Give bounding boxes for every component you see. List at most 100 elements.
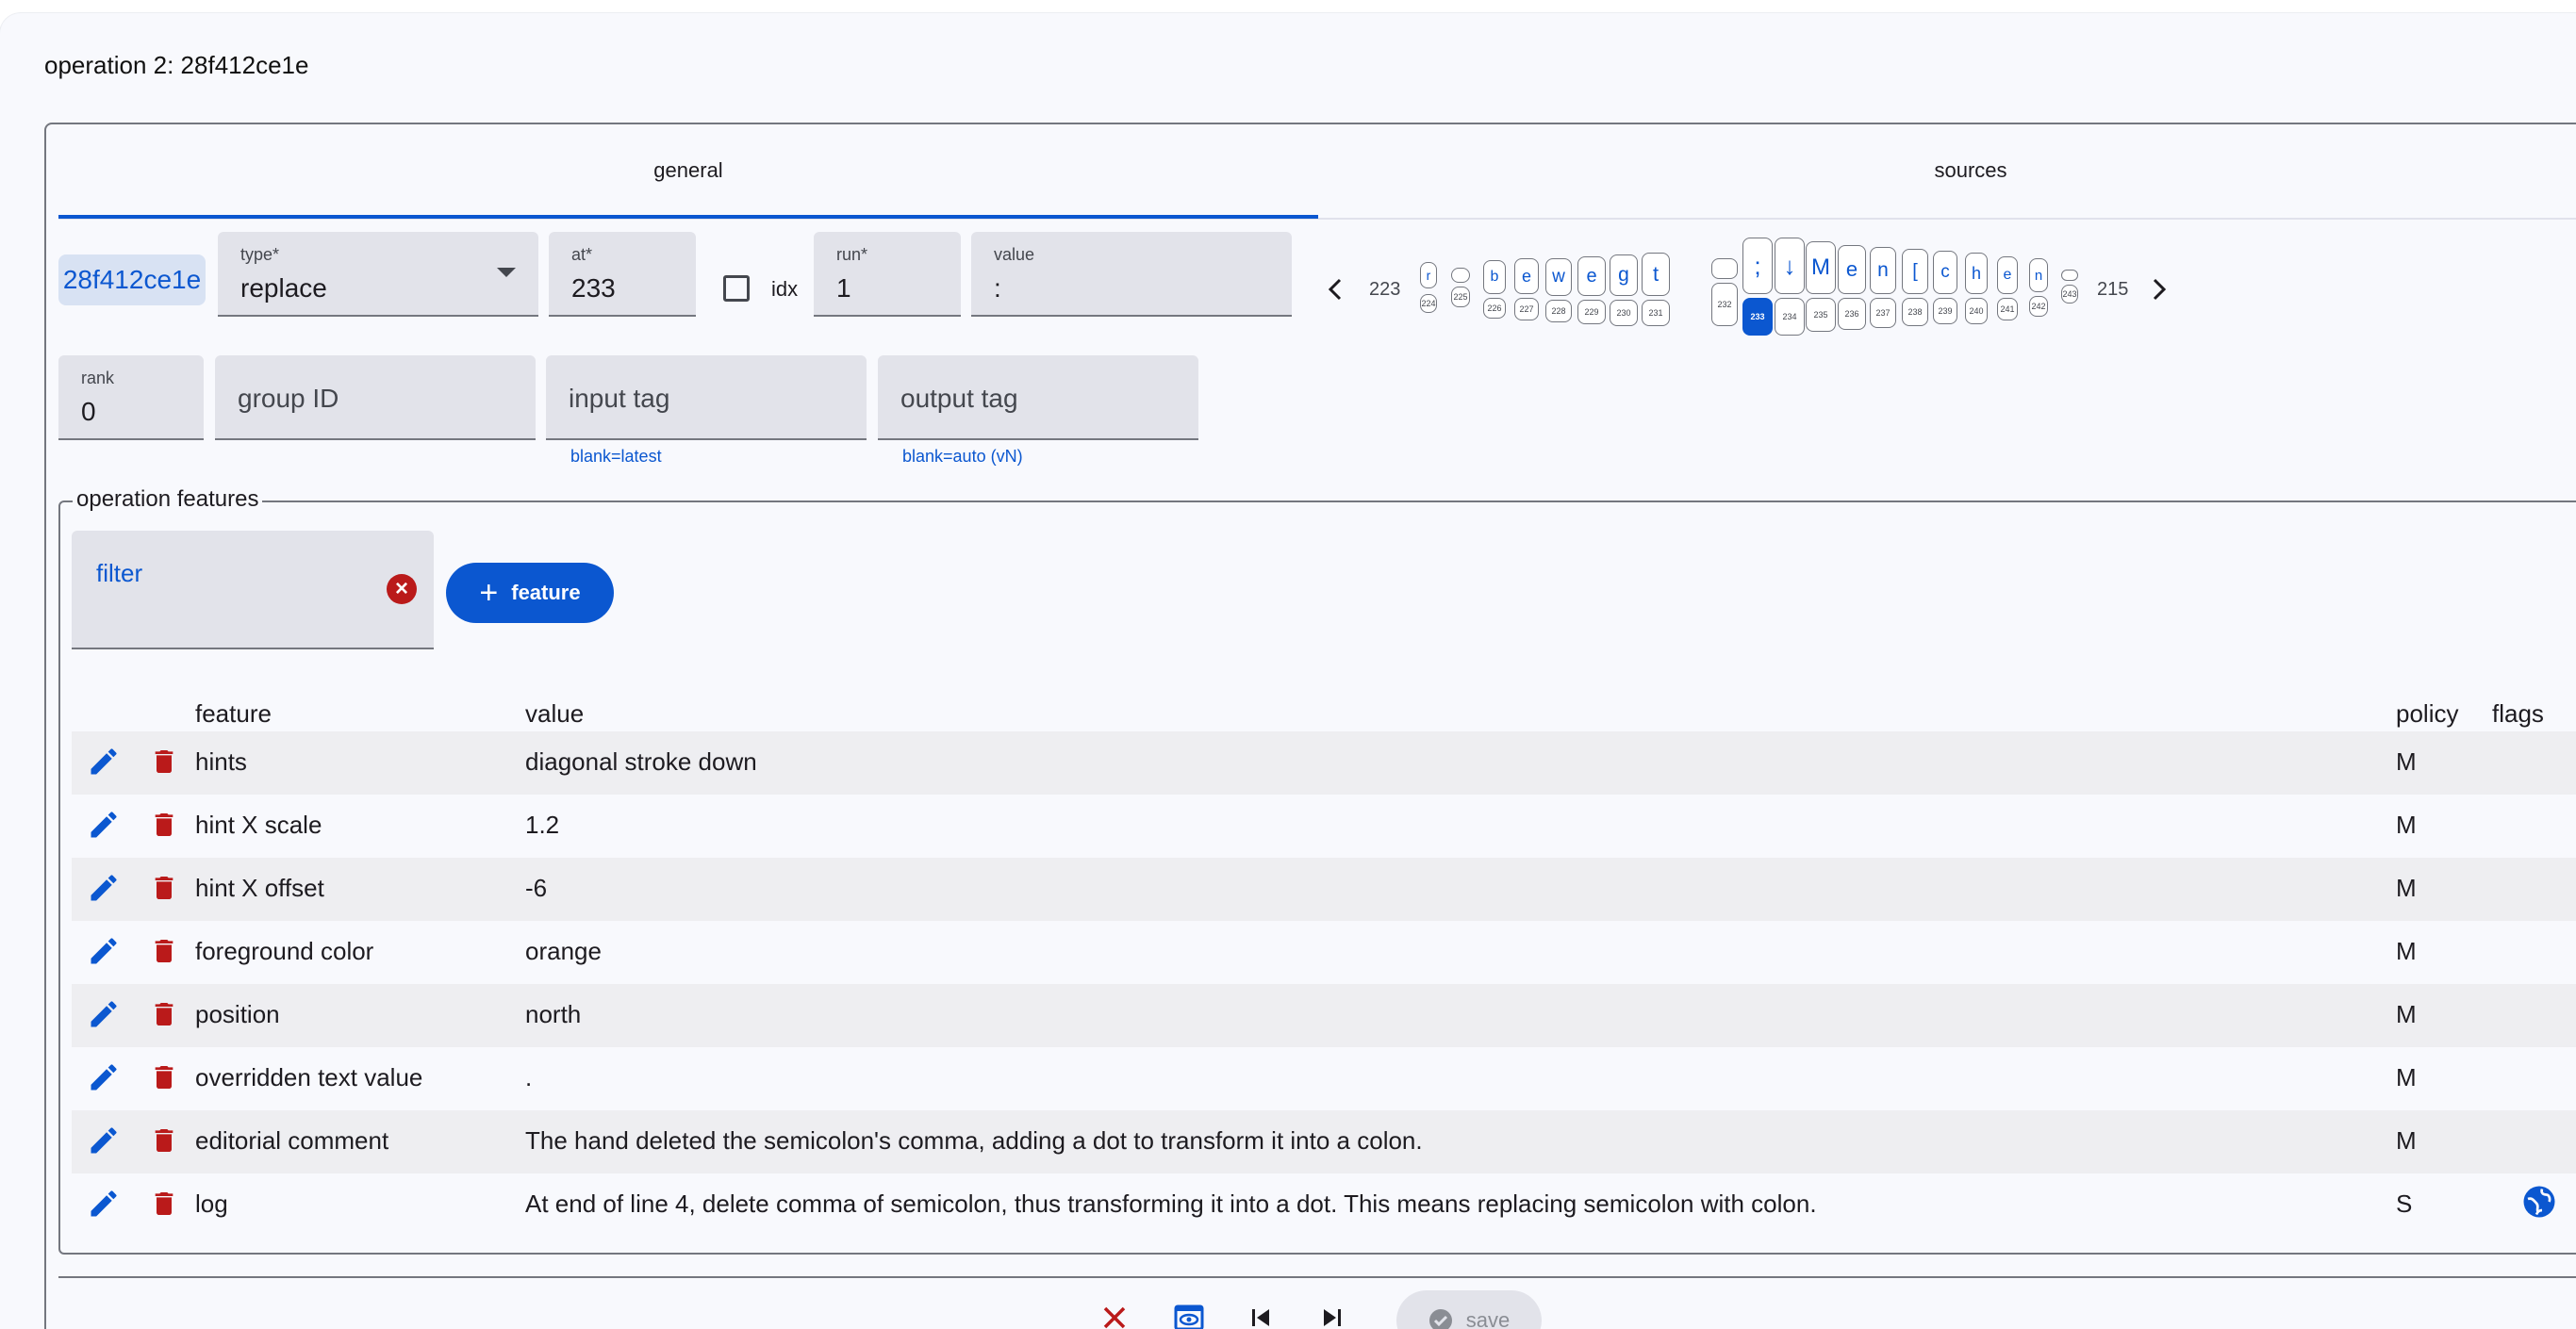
rank-value: 0 — [81, 397, 96, 426]
trash-icon[interactable] — [149, 1060, 179, 1094]
segment-index[interactable]: 236 — [1838, 298, 1866, 330]
chevron-right-icon[interactable] — [2151, 277, 2168, 302]
trash-icon[interactable] — [149, 808, 179, 842]
segment-index[interactable]: 241 — [1997, 298, 2018, 320]
segment-char[interactable]: ↓ — [1775, 238, 1805, 294]
segment-index[interactable]: 235 — [1806, 298, 1836, 332]
segment-char[interactable]: ; — [1742, 238, 1773, 294]
at-field[interactable]: at* 233 — [549, 232, 696, 317]
feature-policy: M — [2396, 937, 2417, 965]
column-header-policy[interactable]: policy — [2396, 699, 2458, 729]
segment-index[interactable]: 224 — [1420, 294, 1437, 313]
table-row: foreground color orange M — [72, 921, 2576, 984]
segment-index[interactable]: 237 — [1870, 298, 1896, 328]
group-id-placeholder: group ID — [238, 384, 339, 413]
feature-value: north — [525, 1000, 582, 1028]
edit-icon[interactable] — [87, 1060, 121, 1094]
segment-index-selected[interactable]: 233 — [1742, 298, 1773, 336]
segment-char[interactable]: n — [1870, 247, 1896, 294]
clear-filter-icon[interactable]: × — [387, 574, 417, 604]
edit-icon[interactable] — [87, 871, 121, 905]
segment-char[interactable] — [1451, 268, 1470, 283]
segment-char[interactable]: w — [1545, 258, 1572, 296]
input-tag-field[interactable]: input tag — [546, 355, 867, 440]
edit-icon[interactable] — [87, 1187, 121, 1221]
segment-char[interactable]: [ — [1902, 249, 1928, 294]
segment-char[interactable]: M — [1806, 241, 1836, 294]
edit-icon[interactable] — [87, 808, 121, 842]
column-header-flags[interactable]: flags — [2492, 699, 2544, 729]
segment-char[interactable]: g — [1610, 254, 1638, 296]
output-tag-field[interactable]: output tag — [878, 355, 1198, 440]
segment-char[interactable]: n — [2029, 258, 2048, 292]
feature-value: 1.2 — [525, 811, 560, 839]
segment-index[interactable]: 232 — [1711, 283, 1738, 326]
segment-index[interactable]: 238 — [1902, 298, 1928, 326]
segment-char[interactable]: e — [1997, 256, 2018, 294]
first-button[interactable] — [1238, 1295, 1283, 1329]
trash-icon[interactable] — [149, 934, 179, 968]
globe-icon[interactable] — [2522, 1185, 2556, 1219]
column-header-feature[interactable]: feature — [195, 699, 272, 729]
last-button[interactable] — [1310, 1295, 1355, 1329]
save-label: save — [1465, 1308, 1511, 1329]
feature-name: foreground color — [195, 937, 374, 965]
segment-index[interactable]: 231 — [1642, 300, 1670, 326]
run-field[interactable]: run* 1 — [814, 232, 961, 317]
segment-index[interactable]: 234 — [1775, 298, 1805, 336]
segment-char[interactable] — [1711, 258, 1738, 279]
feature-value: At end of line 4, delete comma of semico… — [525, 1190, 1817, 1218]
edit-icon[interactable] — [87, 934, 121, 968]
input-tag-placeholder: input tag — [569, 384, 670, 413]
save-button[interactable]: save — [1396, 1290, 1542, 1329]
feature-name: hints — [195, 747, 247, 776]
segment-index[interactable]: 243 — [2061, 285, 2078, 304]
at-value: 233 — [571, 273, 616, 303]
table-row: position north M — [72, 984, 2576, 1047]
trash-icon[interactable] — [149, 997, 179, 1031]
feature-filter-input[interactable]: filter × — [72, 531, 434, 649]
tab-general[interactable]: general — [58, 124, 1318, 217]
feature-value: orange — [525, 937, 602, 965]
type-select[interactable]: type* replace — [218, 232, 538, 317]
table-row: hints diagonal stroke down M — [72, 731, 2576, 795]
segment-char[interactable]: r — [1420, 262, 1437, 288]
feature-policy: M — [2396, 1126, 2417, 1155]
segment-char[interactable]: e — [1577, 256, 1606, 296]
group-id-field[interactable]: group ID — [215, 355, 536, 440]
table-row: log At end of line 4, delete comma of sem… — [72, 1173, 2576, 1237]
trash-icon[interactable] — [149, 871, 179, 905]
trash-icon[interactable] — [149, 745, 179, 779]
segment-index[interactable]: 242 — [2029, 296, 2048, 317]
segment-index[interactable]: 228 — [1545, 300, 1572, 322]
segment-index[interactable]: 225 — [1451, 287, 1470, 307]
type-label: type* — [240, 245, 280, 264]
rank-field[interactable]: rank 0 — [58, 355, 204, 440]
add-feature-button[interactable]: + feature — [446, 563, 614, 623]
segment-index[interactable]: 226 — [1483, 298, 1506, 319]
segment-char[interactable] — [2061, 270, 2078, 281]
segment-char[interactable]: e — [1514, 258, 1539, 294]
tab-sources[interactable]: sources — [1318, 124, 2576, 217]
segment-index[interactable]: 240 — [1965, 298, 1988, 324]
edit-icon[interactable] — [87, 1124, 121, 1157]
segment-char[interactable]: b — [1483, 260, 1506, 294]
segment-char[interactable]: c — [1933, 251, 1957, 294]
edit-icon[interactable] — [87, 745, 121, 779]
segment-index[interactable]: 239 — [1933, 298, 1957, 324]
close-button[interactable] — [1092, 1295, 1137, 1329]
value-field[interactable]: value : — [971, 232, 1292, 317]
trash-icon[interactable] — [149, 1124, 179, 1157]
segment-index[interactable]: 227 — [1514, 298, 1539, 320]
segment-char[interactable]: e — [1838, 245, 1866, 294]
trash-icon[interactable] — [149, 1187, 179, 1221]
segment-index[interactable]: 229 — [1577, 300, 1606, 324]
column-header-value[interactable]: value — [525, 699, 584, 729]
preview-button[interactable] — [1166, 1295, 1212, 1329]
edit-icon[interactable] — [87, 997, 121, 1031]
idx-checkbox[interactable] — [723, 275, 750, 302]
chevron-left-icon[interactable] — [1327, 277, 1344, 302]
segment-char[interactable]: h — [1965, 253, 1988, 294]
segment-index[interactable]: 230 — [1610, 300, 1638, 326]
segment-char[interactable]: t — [1642, 253, 1670, 296]
